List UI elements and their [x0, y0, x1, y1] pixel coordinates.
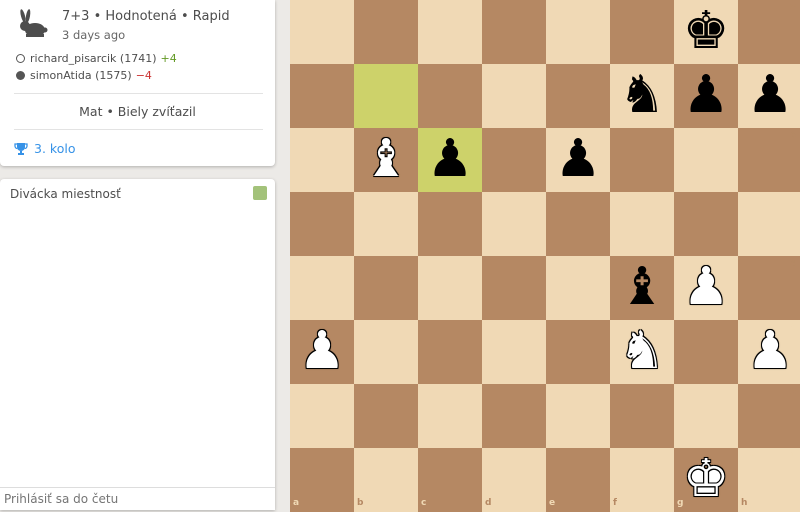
square-d7[interactable]: [482, 64, 546, 128]
black-player-link[interactable]: simonAtida (1575): [30, 69, 132, 82]
square-f5[interactable]: [610, 192, 674, 256]
rank-label: 5: [790, 195, 797, 205]
square-e7[interactable]: [546, 64, 610, 128]
square-g3[interactable]: [674, 320, 738, 384]
square-d1[interactable]: [482, 448, 546, 512]
square-e1[interactable]: [546, 448, 610, 512]
trophy-icon: [14, 143, 28, 155]
square-b8[interactable]: [354, 0, 418, 64]
square-g6[interactable]: [674, 128, 738, 192]
rank-label: 4: [790, 259, 797, 269]
white-player-link[interactable]: richard_pisarcik (1741): [30, 52, 157, 65]
rabbit-icon: [20, 9, 48, 37]
black-pawn-icon[interactable]: ♟: [738, 64, 800, 128]
square-e4[interactable]: [546, 256, 610, 320]
chess-board[interactable]: 8 7 6 5 4 3 2 1 a b c d e f g h ♚ ♞ ♟ ♟ ♝ ♟ ♟ ♝ ♟ ♟ ♞ ♟ ♚: [290, 0, 800, 512]
chat-input[interactable]: [0, 489, 268, 509]
black-pawn-icon[interactable]: ♟: [418, 128, 482, 192]
square-d2[interactable]: [482, 384, 546, 448]
square-f1[interactable]: [610, 448, 674, 512]
white-player-row: richard_pisarcik (1741) +4: [16, 52, 177, 65]
game-title: 7+3 • Hodnotená • Rapid: [62, 9, 230, 24]
black-king-icon[interactable]: ♚: [674, 0, 738, 64]
square-c5[interactable]: [418, 192, 482, 256]
square-g5[interactable]: [674, 192, 738, 256]
black-color-icon: [16, 71, 25, 80]
chat-input-wrapper: [0, 487, 275, 510]
black-player-row: simonAtida (1575) −4: [16, 69, 152, 82]
white-pawn-icon[interactable]: ♟: [674, 256, 738, 320]
square-a8[interactable]: [290, 0, 354, 64]
rank-label: 1: [790, 451, 797, 461]
square-f6[interactable]: [610, 128, 674, 192]
game-info-card: 7+3 • Hodnotená • Rapid 3 days ago richa…: [0, 0, 275, 166]
divider: [14, 129, 263, 130]
white-rating-diff: +4: [160, 52, 177, 65]
game-time-ago: 3 days ago: [62, 28, 126, 42]
divider: [14, 93, 263, 94]
chat-title: Divácka miestnosť: [10, 187, 121, 201]
white-pawn-icon[interactable]: ♟: [290, 320, 354, 384]
white-king-icon[interactable]: ♚: [674, 448, 738, 512]
black-bishop-icon[interactable]: ♝: [610, 256, 674, 320]
square-b4[interactable]: [354, 256, 418, 320]
square-c2[interactable]: [418, 384, 482, 448]
file-label: d: [485, 498, 492, 508]
square-e3[interactable]: [546, 320, 610, 384]
square-a2[interactable]: [290, 384, 354, 448]
square-c4[interactable]: [418, 256, 482, 320]
file-label: a: [293, 498, 300, 508]
square-c1[interactable]: [418, 448, 482, 512]
square-c8[interactable]: [418, 0, 482, 64]
side-panel: 7+3 • Hodnotená • Rapid 3 days ago richa…: [0, 0, 277, 510]
square-c3[interactable]: [418, 320, 482, 384]
game-status: Mat • Biely zvíťazil: [79, 104, 196, 119]
spectator-chat: Divácka miestnosť: [0, 179, 275, 510]
black-rating-diff: −4: [135, 69, 152, 82]
square-c7[interactable]: [418, 64, 482, 128]
square-d4[interactable]: [482, 256, 546, 320]
rank-label: 8: [790, 3, 797, 13]
black-pawn-icon[interactable]: ♟: [674, 64, 738, 128]
white-bishop-icon[interactable]: ♝: [354, 128, 418, 192]
square-f2[interactable]: [610, 384, 674, 448]
square-f8[interactable]: [610, 0, 674, 64]
square-b2[interactable]: [354, 384, 418, 448]
square-a5[interactable]: [290, 192, 354, 256]
square-a7[interactable]: [290, 64, 354, 128]
file-label: f: [613, 498, 617, 508]
rank-label: 6: [790, 131, 797, 141]
square-a6[interactable]: [290, 128, 354, 192]
black-pawn-icon[interactable]: ♟: [546, 128, 610, 192]
square-b7[interactable]: [354, 64, 418, 128]
file-label: e: [549, 498, 556, 508]
square-b5[interactable]: [354, 192, 418, 256]
white-knight-icon[interactable]: ♞: [610, 320, 674, 384]
square-d3[interactable]: [482, 320, 546, 384]
file-label: h: [741, 498, 748, 508]
square-e8[interactable]: [546, 0, 610, 64]
black-knight-icon[interactable]: ♞: [610, 64, 674, 128]
square-d8[interactable]: [482, 0, 546, 64]
square-b3[interactable]: [354, 320, 418, 384]
round-label: 3. kolo: [34, 141, 76, 156]
white-color-icon: [16, 54, 25, 63]
square-d6[interactable]: [482, 128, 546, 192]
square-b1[interactable]: [354, 448, 418, 512]
square-g2[interactable]: [674, 384, 738, 448]
white-pawn-icon[interactable]: ♟: [738, 320, 800, 384]
chat-toggle[interactable]: [253, 186, 267, 200]
square-a1[interactable]: [290, 448, 354, 512]
square-d5[interactable]: [482, 192, 546, 256]
file-label: c: [421, 498, 427, 508]
square-a4[interactable]: [290, 256, 354, 320]
square-e5[interactable]: [546, 192, 610, 256]
square-e2[interactable]: [546, 384, 610, 448]
file-label: b: [357, 498, 364, 508]
rank-label: 2: [790, 387, 797, 397]
round-link[interactable]: 3. kolo: [14, 141, 75, 156]
